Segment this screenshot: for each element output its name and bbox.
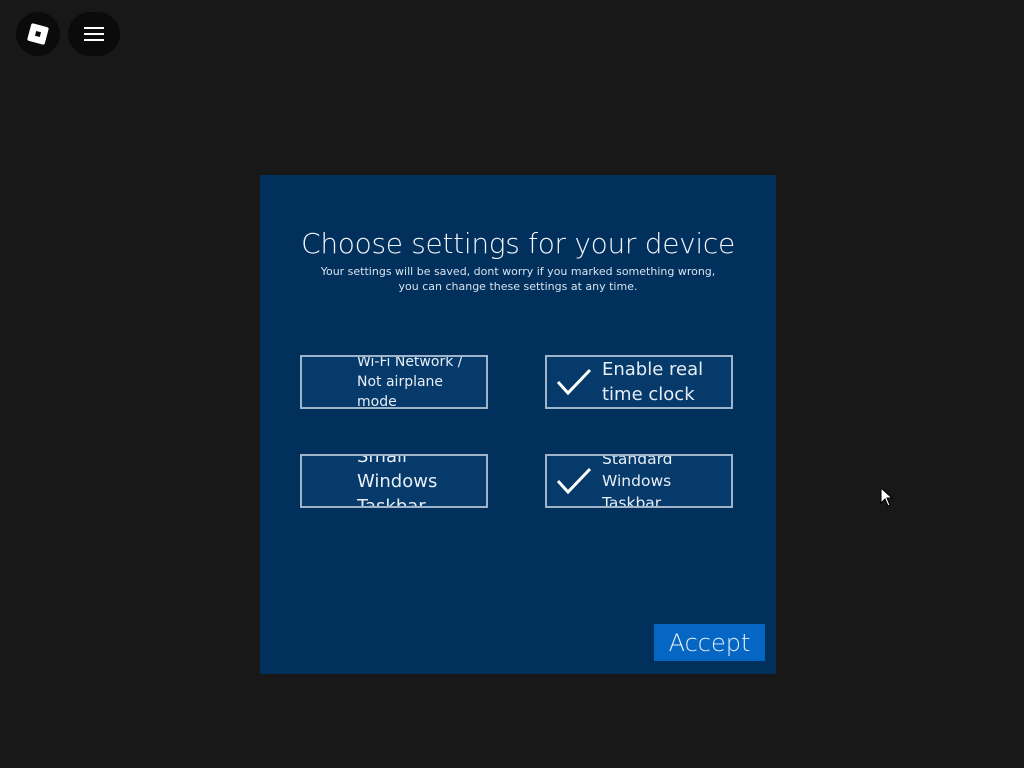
accept-button[interactable]: Accept	[654, 624, 765, 661]
settings-dialog: Choose settings for your device Your set…	[260, 175, 776, 674]
hamburger-menu-icon	[84, 27, 104, 41]
option-standard-taskbar[interactable]: Standard Windows Taskbar	[545, 454, 733, 508]
option-wifi-network[interactable]: Wi-Fi Network / Not airplane mode	[300, 355, 488, 409]
menu-button[interactable]	[68, 12, 120, 56]
roblox-logo-icon	[27, 23, 49, 45]
mouse-pointer-icon	[880, 486, 894, 511]
option-label: Standard Windows Taskbar	[602, 456, 673, 506]
dialog-title: Choose settings for your device	[301, 227, 735, 260]
option-label: Enable real time clock	[602, 359, 704, 405]
option-small-taskbar[interactable]: Small Windows Taskbar	[300, 454, 488, 508]
option-label: Wi-Fi Network / Not airplane mode	[357, 357, 463, 407]
checkbox-small-taskbar[interactable]	[302, 456, 356, 506]
checkmark-icon	[556, 368, 592, 396]
roblox-logo-button[interactable]	[16, 12, 60, 56]
checkbox-standard-taskbar[interactable]	[547, 456, 601, 506]
checkbox-wifi-network[interactable]	[302, 357, 356, 407]
option-real-time-clock[interactable]: Enable real time clock	[545, 355, 733, 409]
dialog-subtitle: Your settings will be saved, dont worry …	[320, 265, 716, 293]
option-label: Small Windows Taskbar	[357, 456, 438, 506]
checkmark-icon	[556, 467, 592, 495]
checkbox-real-time-clock[interactable]	[547, 357, 601, 407]
